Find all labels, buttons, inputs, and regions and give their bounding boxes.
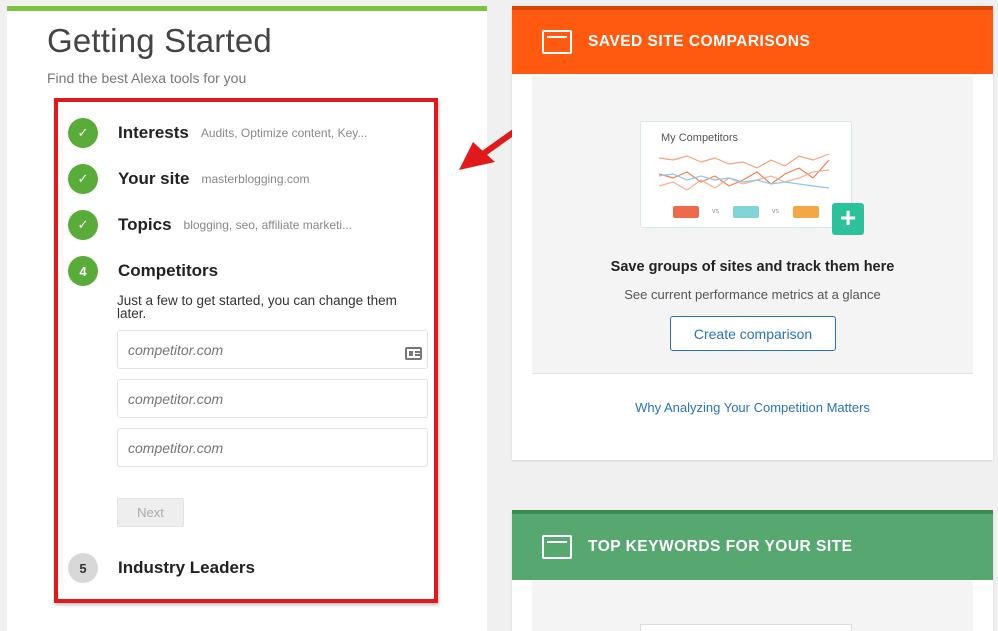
person-icon [793, 206, 819, 218]
step-detail: masterblogging.com [201, 172, 310, 186]
check-icon: ✓ [68, 210, 98, 240]
vs-label: vs [712, 208, 719, 215]
divider [532, 373, 973, 374]
illustration-placeholder [640, 624, 852, 631]
step-description: Just a few to get started, you can chang… [117, 293, 397, 321]
plus-icon: + [832, 203, 864, 235]
saved-comparisons-card: SAVED SITE COMPARISONS My Competitors vs… [512, 6, 993, 460]
card-body [532, 580, 973, 631]
list-icon [542, 535, 572, 559]
step-label: Your site [118, 169, 190, 188]
step-competitors[interactable]: 4 Competitors [68, 256, 218, 286]
card-header: SAVED SITE COMPARISONS [512, 6, 993, 74]
competitor-input-3[interactable] [117, 428, 428, 467]
contact-card-icon[interactable] [405, 347, 422, 360]
competitor-input-2[interactable] [117, 379, 428, 418]
check-icon: ✓ [68, 118, 98, 148]
getting-started-panel: Getting Started Find the best Alexa tool… [7, 6, 487, 631]
step-topics[interactable]: ✓ Topics blogging, seo, affiliate market… [68, 210, 352, 240]
page-subtitle: Find the best Alexa tools for you [47, 70, 247, 86]
top-keywords-card: TOP KEYWORDS FOR YOUR SITE [512, 510, 993, 631]
step-industry-leaders[interactable]: 5 Industry Leaders [68, 553, 255, 583]
trend-lines-illustration [659, 153, 830, 191]
competitor-input-1[interactable] [117, 330, 428, 369]
step-detail: blogging, seo, affiliate marketi... [183, 218, 353, 232]
step-number: 4 [68, 256, 98, 286]
step-detail: Audits, Optimize content, Key... [200, 126, 368, 140]
step-label: Interests [118, 123, 189, 142]
card-body: My Competitors vs vs + Save groups of si… [532, 76, 973, 373]
steps-highlight-box: ✓ Interests Audits, Optimize content, Ke… [54, 98, 438, 603]
panel-accent-bar [7, 6, 487, 11]
step-label: Competitors [118, 261, 219, 280]
step-label: Industry Leaders [118, 558, 255, 577]
person-icon [673, 206, 699, 218]
card-header: TOP KEYWORDS FOR YOUR SITE [512, 510, 993, 580]
step-number: 5 [68, 553, 98, 583]
page-title: Getting Started [47, 22, 272, 59]
card-title: SAVED SITE COMPARISONS [588, 33, 811, 50]
person-icon [733, 206, 759, 218]
card-title: TOP KEYWORDS FOR YOUR SITE [588, 538, 853, 555]
step-label: Topics [118, 215, 172, 234]
step-your-site[interactable]: ✓ Your site masterblogging.com [68, 164, 310, 194]
check-icon: ✓ [68, 164, 98, 194]
vs-label: vs [772, 208, 779, 215]
create-comparison-button[interactable]: Create comparison [670, 316, 836, 351]
why-analyzing-link[interactable]: Why Analyzing Your Competition Matters [512, 400, 993, 415]
next-button[interactable]: Next [117, 498, 184, 527]
competitors-illustration: My Competitors vs vs [640, 121, 852, 228]
illustration-title: My Competitors [661, 132, 739, 144]
comparison-heading: Save groups of sites and track them here [610, 259, 895, 275]
chart-icon [542, 30, 572, 54]
step-interests[interactable]: ✓ Interests Audits, Optimize content, Ke… [68, 118, 367, 148]
comparison-subheading: See current performance metrics at a gla… [624, 287, 881, 302]
